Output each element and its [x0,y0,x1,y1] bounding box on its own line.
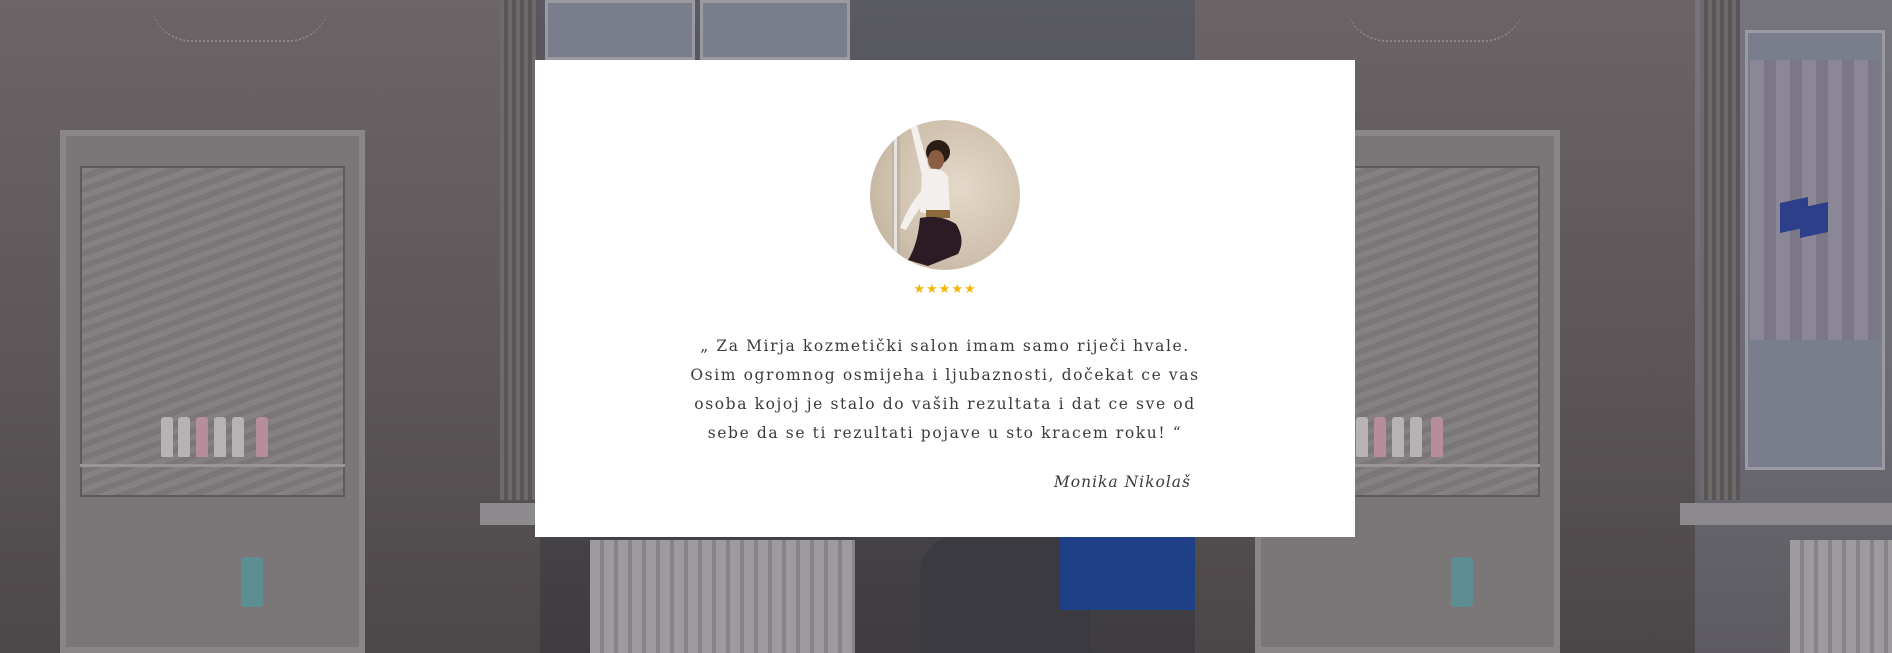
avatar [870,120,1020,270]
curtain [500,0,540,500]
testimonial-card: ★★★★★ „ Za Mirja kozmetički salon imam s… [535,60,1355,537]
wall-decoration [150,0,330,42]
curtain [1700,0,1740,500]
radiator [1790,540,1892,653]
wall-decoration [1345,0,1525,42]
building-view [1750,60,1880,340]
testimonial-author: Monika Nikolaš [1053,473,1191,491]
person-photo-icon [892,120,962,270]
radiator [590,540,855,653]
rating-stars: ★★★★★ [913,282,977,297]
display-cabinet [60,130,365,653]
testimonial-quote: „ Za Mirja kozmetički salon imam samo ri… [690,337,1200,442]
